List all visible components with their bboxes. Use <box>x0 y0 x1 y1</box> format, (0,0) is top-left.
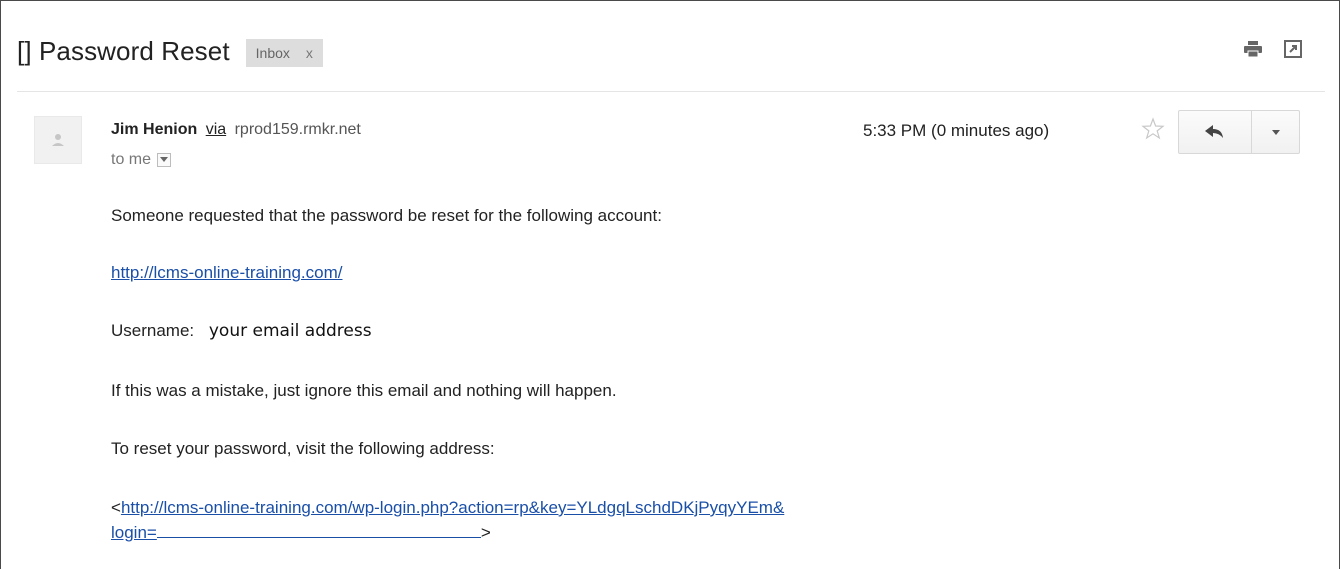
recipient-text: to me <box>111 151 152 168</box>
reply-button[interactable] <box>1178 110 1252 154</box>
reply-controls <box>1178 110 1300 154</box>
via-link[interactable]: via <box>206 121 226 138</box>
chevron-down-icon <box>160 157 169 162</box>
email-subject: [] Password Reset <box>17 35 230 66</box>
person-icon <box>52 134 64 146</box>
site-link-line: http://lcms-online-training.com/ <box>111 263 342 283</box>
subject-actions <box>1243 39 1303 59</box>
body-line-reset-instruction: To reset your password, visit the follow… <box>111 439 495 458</box>
inbox-label-text: Inbox <box>255 45 290 61</box>
body-line-request: Someone requested that the password be r… <box>111 206 662 225</box>
sender-name[interactable]: Jim Henion <box>111 121 197 138</box>
new-window-icon[interactable] <box>1283 39 1303 59</box>
reset-link[interactable]: http://lcms-online-training.com/wp-login… <box>121 498 784 517</box>
header-divider <box>17 91 1325 92</box>
username-value: your email address <box>208 321 372 341</box>
print-icon[interactable] <box>1243 39 1263 59</box>
reset-link-line-2: login= > <box>111 523 491 543</box>
more-actions-button[interactable] <box>1252 110 1300 154</box>
username-label: Username: <box>111 321 195 340</box>
reset-link-line-1: <http://lcms-online-training.com/wp-logi… <box>111 498 784 518</box>
sender-domain: rprod159.rmkr.net <box>234 121 361 138</box>
star-icon[interactable] <box>1141 117 1165 141</box>
subject-row: [] Password Reset Inbox x <box>17 31 323 71</box>
site-link[interactable]: http://lcms-online-training.com/ <box>111 263 342 282</box>
reset-link-login[interactable]: login= <box>111 523 157 542</box>
email-timestamp: 5:33 PM (0 minutes ago) <box>863 121 1050 140</box>
remove-label-button[interactable]: x <box>306 45 313 61</box>
reset-link-open: < <box>111 498 121 517</box>
caret-down-icon <box>1271 129 1280 135</box>
username-line: Username: your email address <box>111 321 372 341</box>
show-details-button[interactable] <box>157 153 172 167</box>
reply-icon <box>1205 125 1223 138</box>
sender-avatar[interactable] <box>34 116 82 164</box>
redacted-login <box>156 524 481 538</box>
body-line-mistake: If this was a mistake, just ignore this … <box>111 381 617 400</box>
reset-link-close: > <box>480 523 491 542</box>
recipient-line: to me <box>111 151 172 169</box>
inbox-label[interactable]: Inbox x <box>245 39 323 67</box>
sender-line: Jim Henion via rprod159.rmkr.net <box>111 121 361 139</box>
email-view: [] Password Reset Inbox x Jim Henion via… <box>0 0 1340 569</box>
